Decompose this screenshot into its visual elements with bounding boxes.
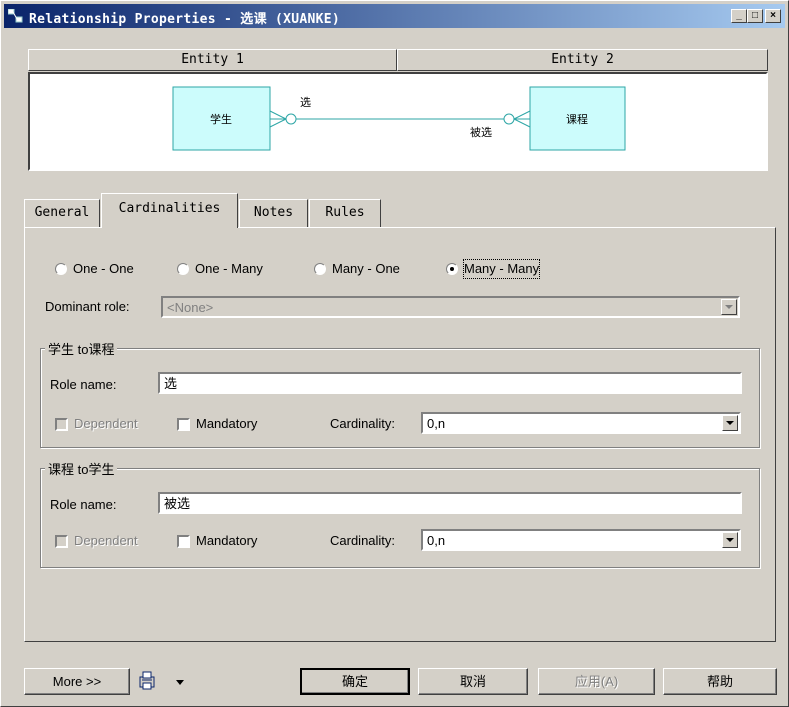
radio-many-one-circle [314, 263, 326, 275]
chevron-down-icon[interactable] [722, 415, 738, 431]
entity2-header[interactable]: Entity 2 [397, 49, 768, 71]
group2-mandatory-label: Mandatory [196, 533, 258, 548]
radio-one-many-label: One - Many [195, 261, 263, 276]
group1-role-name-input[interactable]: 选 [158, 372, 742, 394]
group1-mandatory-label: Mandatory [196, 416, 258, 431]
group1-cardinality-label: Cardinality: [330, 416, 396, 431]
radio-one-one-circle [55, 263, 67, 275]
radio-many-one-label: Many - One [332, 261, 400, 276]
group1-cardinality-value: 0,n [427, 416, 446, 431]
tab-notes[interactable]: Notes [239, 199, 308, 227]
dominant-role-select[interactable]: <None> [161, 296, 740, 318]
group2-cardinality-label: Cardinality: [330, 533, 396, 548]
maximize-button[interactable]: □ [747, 9, 763, 23]
group2-title: 课程 to学生 [45, 459, 118, 478]
printer-icon [139, 671, 184, 690]
entity1-header[interactable]: Entity 1 [28, 49, 397, 71]
more-button[interactable]: More >> [24, 668, 130, 695]
role2-label: 被选 [470, 126, 492, 139]
close-icon: × [770, 10, 776, 21]
group2-cardinality-select[interactable]: 0,n [421, 529, 741, 551]
print-dropdown-button[interactable] [136, 668, 194, 695]
help-button[interactable]: 帮助 [663, 668, 777, 695]
group2-mandatory-box [177, 535, 190, 548]
group-course-to-student [40, 468, 760, 568]
group2-cardinality-value: 0,n [427, 533, 446, 548]
apply-button[interactable]: 应用(A) [538, 668, 655, 695]
maximize-icon: □ [751, 10, 759, 21]
relationship-properties-window: Relationship Properties - 选课 (XUANKE) _ … [0, 0, 789, 707]
dominant-role-value: <None> [167, 300, 214, 315]
radio-many-many-circle [446, 263, 458, 275]
radio-selected-dot [450, 267, 454, 271]
title-bar[interactable]: Relationship Properties - 选课 (XUANKE) _ … [4, 4, 785, 28]
group1-role-name-label: Role name: [50, 377, 117, 392]
group2-dependent-label: Dependent [74, 533, 138, 548]
entity2-name: 课程 [566, 113, 588, 126]
group1-dependent-label: Dependent [74, 416, 138, 431]
radio-many-many-label: Many - Many [462, 259, 541, 279]
group2-role-name-label: Role name: [50, 497, 117, 512]
group2-dependent-box [55, 535, 68, 548]
relationship-diagram: 学生 课程 选 被选 [28, 72, 768, 171]
window-title: Relationship Properties - 选课 (XUANKE) [29, 12, 341, 27]
relationship-diagram-svg: 学生 课程 选 被选 [172, 86, 626, 151]
entity1-name: 学生 [210, 112, 232, 126]
minimize-icon: _ [736, 10, 742, 21]
cardinalities-panel: One - One One - Many Many - One Many - M… [24, 227, 776, 642]
tab-general[interactable]: General [24, 199, 100, 227]
group2-role-name-input[interactable]: 被选 [158, 492, 742, 514]
close-button[interactable]: × [765, 9, 781, 23]
tab-rules[interactable]: Rules [309, 199, 381, 227]
radio-one-one-label: One - One [73, 261, 134, 276]
radio-one-many-circle [177, 263, 189, 275]
role1-label: 选 [300, 96, 311, 109]
group1-title: 学生 to课程 [45, 339, 118, 358]
minimize-button[interactable]: _ [731, 9, 747, 23]
ok-button[interactable]: 确定 [300, 668, 410, 695]
window-app-icon [8, 9, 23, 23]
dominant-role-label: Dominant role: [45, 299, 130, 314]
cancel-button[interactable]: 取消 [418, 668, 528, 695]
group1-dependent-box [55, 418, 68, 431]
group1-mandatory-box [177, 418, 190, 431]
group1-cardinality-select[interactable]: 0,n [421, 412, 741, 434]
chevron-down-icon[interactable] [721, 299, 737, 315]
tab-cardinalities[interactable]: Cardinalities [101, 193, 238, 228]
chevron-down-icon[interactable] [722, 532, 738, 548]
entity-header: Entity 1 Entity 2 [28, 49, 768, 71]
